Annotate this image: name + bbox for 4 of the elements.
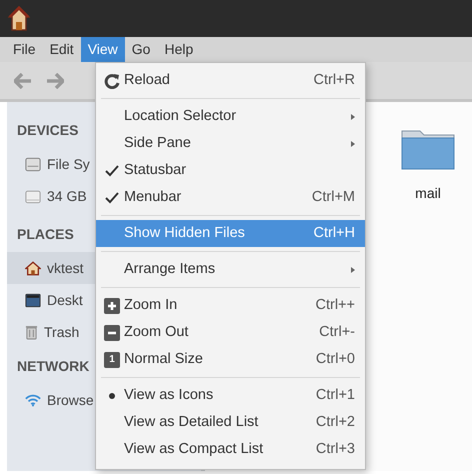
normal-size-icon: 1: [104, 352, 120, 368]
section-heading: NETWORK: [17, 358, 90, 374]
section-heading: DEVICES: [17, 122, 78, 138]
section-heading: PLACES: [17, 226, 74, 242]
